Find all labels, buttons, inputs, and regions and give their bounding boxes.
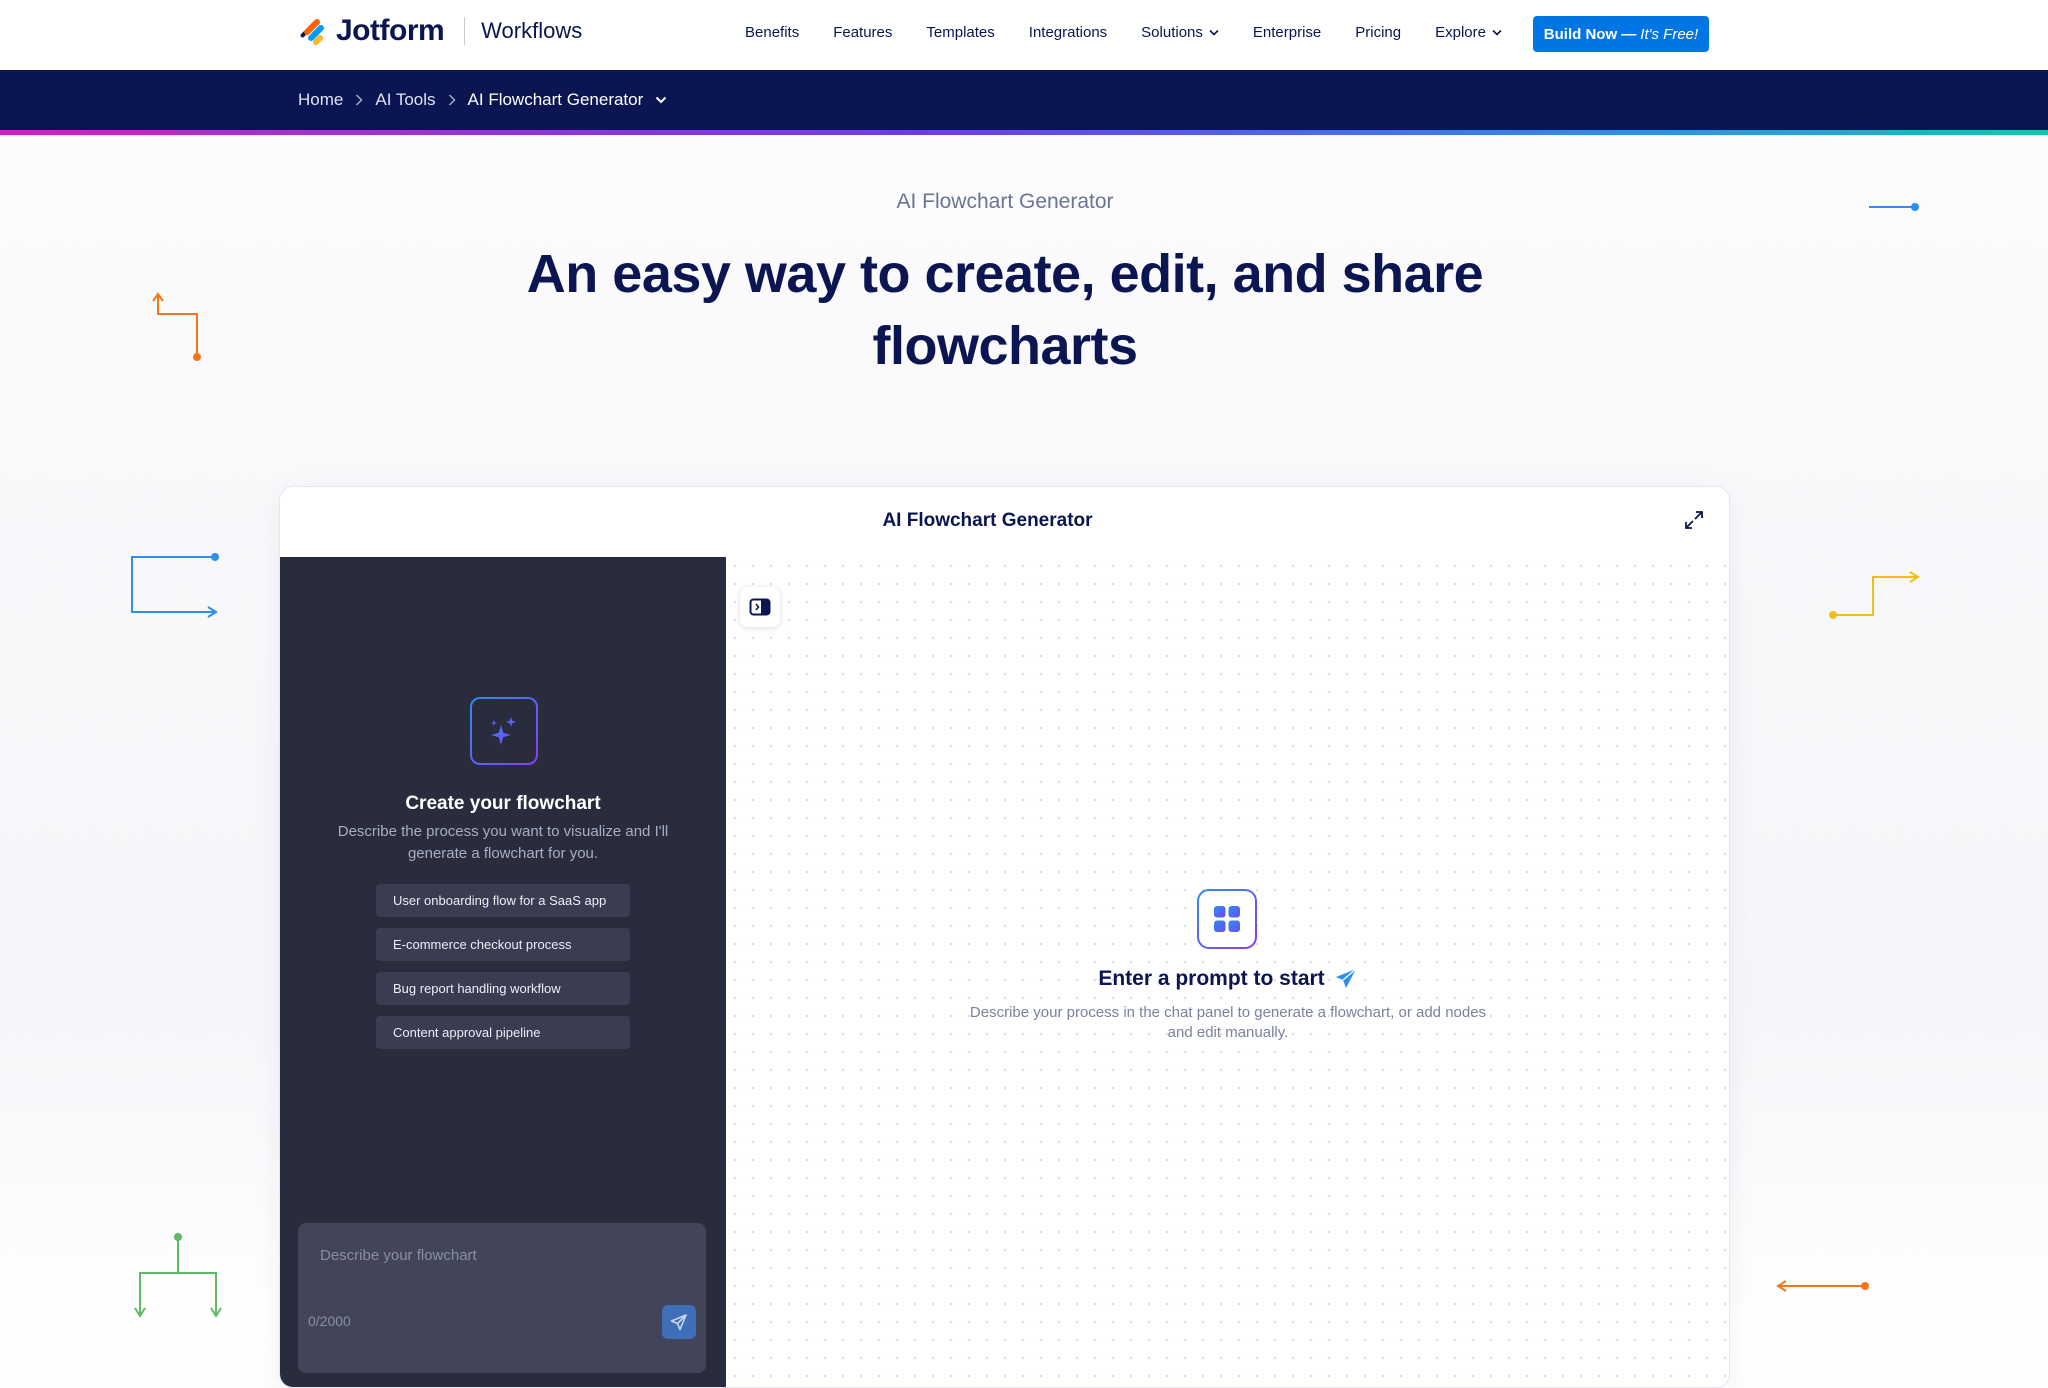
decorative-connector-orange-right: [1776, 1280, 1869, 1292]
decorative-connector-blue-right: [1869, 203, 1919, 211]
send-button[interactable]: [662, 1305, 696, 1339]
empty-state-title: Enter a prompt to start: [726, 967, 1729, 991]
nav-pricing[interactable]: Pricing: [1355, 24, 1401, 41]
flowchart-canvas[interactable]: Enter a prompt to start Describe your pr…: [726, 557, 1729, 1387]
panel-toggle-icon: [749, 598, 771, 616]
chevron-right-icon: [448, 94, 456, 106]
nav-label: Integrations: [1028, 24, 1108, 41]
jotform-logo[interactable]: Jotform Workflows: [298, 14, 582, 48]
expand-icon[interactable]: [1683, 509, 1705, 531]
suggestion-chip[interactable]: Content approval pipeline: [376, 1016, 630, 1049]
gradient-divider: [0, 130, 2048, 135]
nav-benefits[interactable]: Benefits: [745, 24, 799, 41]
suggestion-chip[interactable]: Bug report handling workflow: [376, 972, 630, 1005]
app-header: AI Flowchart Generator: [280, 487, 1729, 558]
grid-icon: [1214, 906, 1240, 932]
main-nav: Benefits Features Templates Integrations…: [745, 24, 1536, 41]
nav-enterprise[interactable]: Enterprise: [1253, 24, 1321, 41]
breadcrumb-home[interactable]: Home: [298, 90, 343, 110]
empty-state-badge: [1197, 889, 1257, 949]
jotform-logo-icon: [300, 19, 324, 46]
hero-title-line-2: flowcharts: [872, 316, 1138, 376]
build-now-suffix: It's Free!: [1640, 25, 1699, 43]
top-navigation: Jotform Workflows Benefits Features Temp…: [0, 0, 2048, 71]
nav-label: Features: [833, 24, 893, 41]
chevron-down-icon[interactable]: [655, 96, 667, 104]
nav-templates[interactable]: Templates: [926, 24, 994, 41]
chevron-right-icon: [356, 94, 363, 106]
decorative-connector-yellow: [1829, 571, 1920, 619]
hero-title-line-1: An easy way to create, edit, and share: [526, 244, 1484, 304]
flowchart-generator-app: AI Flowchart Generator Create your flowc…: [279, 486, 1730, 1388]
decorative-connector-orange: [152, 292, 201, 361]
flowchart-prompt-input[interactable]: [320, 1247, 680, 1264]
empty-state-subtitle: Describe your process in the chat panel …: [969, 1004, 1487, 1041]
chat-subtitle: Describe the process you want to visuali…: [337, 823, 669, 862]
build-now-button[interactable]: Build Now — It's Free!: [1533, 16, 1709, 52]
nav-label: Benefits: [745, 24, 800, 41]
build-now-label: Build Now —: [1543, 25, 1637, 43]
suggestion-chip[interactable]: User onboarding flow for a SaaS app: [376, 884, 630, 917]
nav-solutions[interactable]: Solutions: [1141, 24, 1219, 41]
product-name: Workflows: [481, 18, 583, 43]
paper-plane-icon: [1335, 968, 1357, 988]
suggestion-chip[interactable]: E-commerce checkout process: [376, 928, 630, 961]
chevron-down-icon: [1209, 29, 1219, 36]
nav-label: Templates: [926, 24, 995, 41]
brand-name: Jotform: [336, 14, 445, 47]
breadcrumb-ai-tools[interactable]: AI Tools: [375, 90, 435, 110]
hero-title: An easy way to create, edit, and share f…: [480, 238, 1530, 382]
suggestion-list: User onboarding flow for a SaaS app E-co…: [376, 884, 630, 1060]
nav-label: Solutions: [1141, 24, 1203, 41]
nav-integrations[interactable]: Integrations: [1029, 24, 1107, 41]
nav-label: Pricing: [1355, 24, 1402, 41]
chat-title: Create your flowchart: [405, 793, 601, 814]
decorative-connector-blue-left: [131, 553, 219, 618]
nav-features[interactable]: Features: [833, 24, 892, 41]
decorative-connector-green: [134, 1233, 222, 1318]
nav-label: Enterprise: [1252, 24, 1322, 41]
nav-label: Explore: [1435, 24, 1486, 41]
breadcrumb: Home AI Tools AI Flowchart Generator: [298, 90, 667, 110]
sparkles-icon: [491, 717, 516, 745]
logo-divider: [464, 17, 466, 45]
nav-explore[interactable]: Explore: [1435, 24, 1502, 41]
app-title: AI Flowchart Generator: [882, 510, 1093, 531]
toggle-panel-button[interactable]: [740, 587, 780, 627]
breadcrumb-current[interactable]: AI Flowchart Generator: [468, 90, 644, 110]
send-icon: [670, 1314, 687, 1331]
prompt-composer: 0/2000: [298, 1223, 706, 1373]
sparkles-badge: [470, 697, 538, 765]
empty-state-title-text: Enter a prompt to start: [1098, 967, 1325, 990]
chat-panel: Create your flowchart Describe the proce…: [280, 557, 726, 1387]
chevron-down-icon: [1492, 29, 1502, 36]
hero-eyebrow: AI Flowchart Generator: [896, 190, 1114, 213]
